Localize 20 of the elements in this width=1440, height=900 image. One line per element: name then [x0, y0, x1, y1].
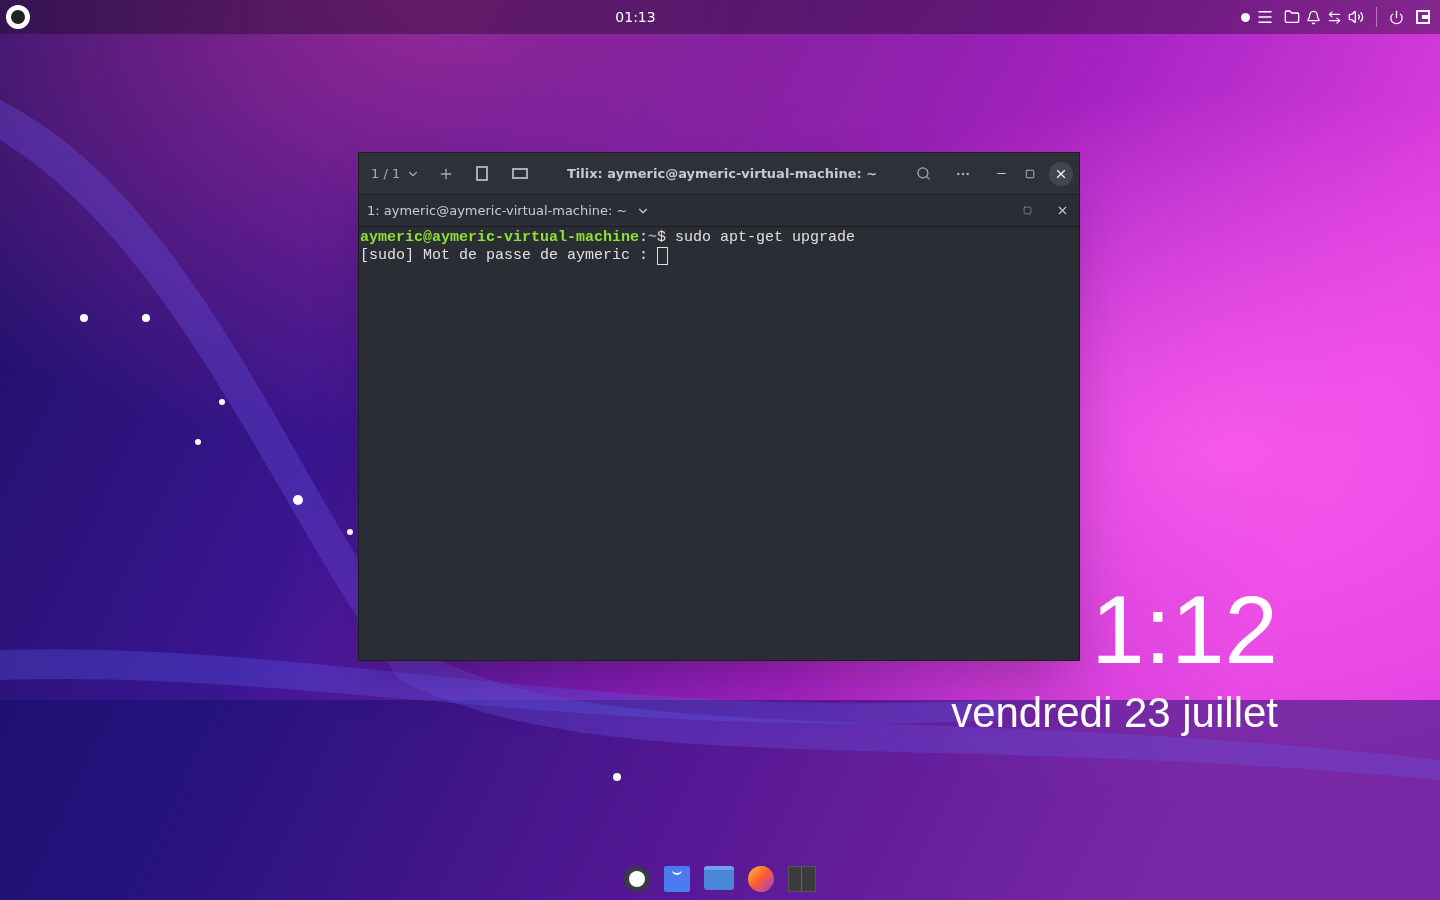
new-session-icon[interactable] [512, 168, 529, 179]
desktop-clock-time: 1:12 [1091, 582, 1278, 678]
session-counter-button[interactable]: 1 / 1 [369, 163, 423, 184]
top-bar-clock[interactable]: 01:13 [615, 6, 656, 28]
folder-icon[interactable] [1284, 9, 1300, 25]
network-icon[interactable] [1327, 9, 1342, 25]
close-button[interactable] [1049, 161, 1073, 186]
bell-icon[interactable] [1306, 9, 1321, 25]
menu-icon[interactable] [1256, 8, 1274, 26]
terminal-line: [sudo] Mot de passe de aymeric : [360, 247, 650, 265]
desktop-clock-date: vendredi 23 juillet [951, 692, 1278, 734]
volume-icon[interactable] [1348, 9, 1364, 25]
power-icon[interactable] [1389, 9, 1404, 25]
session-title[interactable]: 1: aymeric@aymeric-virtual-machine: ~ [367, 200, 628, 221]
search-icon[interactable] [916, 166, 931, 181]
window-title: Tilix: aymeric@aymeric-virtual-machine: ~ [567, 164, 878, 183]
add-terminal-icon[interactable] [476, 166, 489, 181]
close-icon[interactable] [1056, 204, 1069, 217]
terminal-line: aymeric@aymeric-virtual-machine:~$ sudo apt-get upgrade [360, 229, 857, 247]
maximize-icon[interactable] [1025, 168, 1035, 179]
